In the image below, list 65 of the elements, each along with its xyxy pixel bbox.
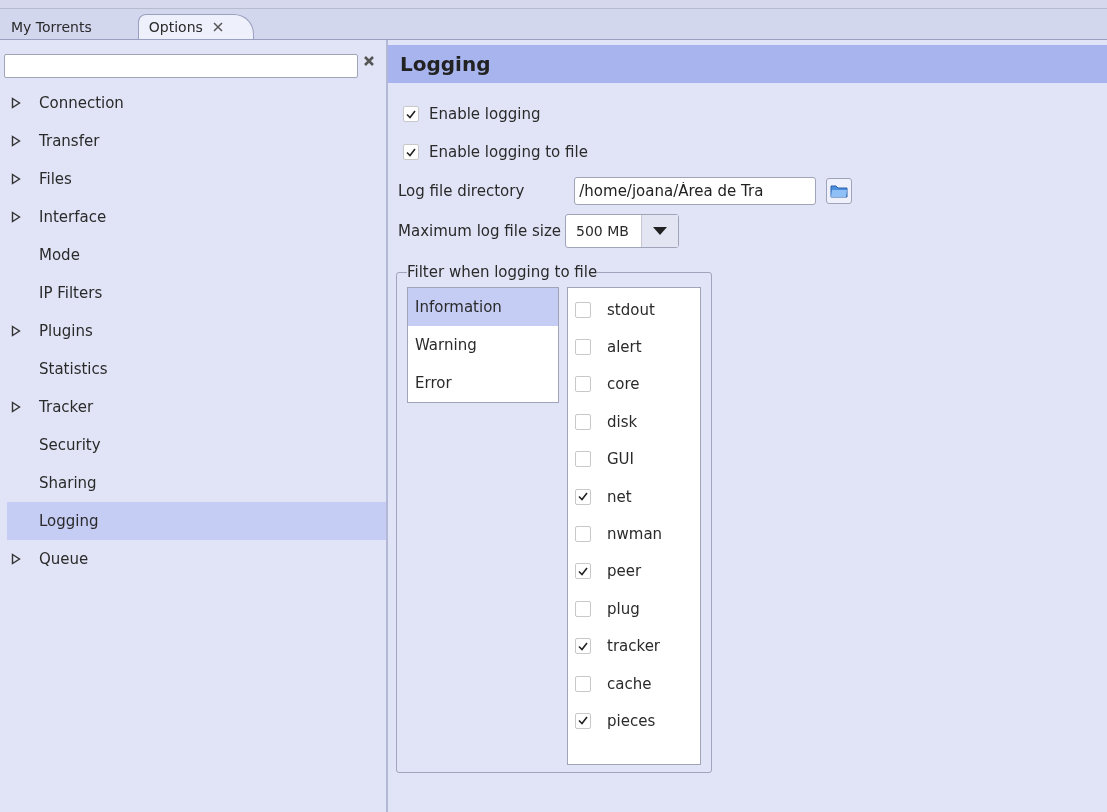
search-field[interactable] xyxy=(4,54,358,78)
checkbox[interactable] xyxy=(575,638,591,655)
checkbox-label: disk xyxy=(607,412,638,431)
checkbox-label: peer xyxy=(607,562,642,581)
sidebar-item[interactable]: Tracker xyxy=(7,388,386,426)
checkbox[interactable] xyxy=(575,488,591,505)
checkbox[interactable] xyxy=(575,301,591,318)
checkbox[interactable] xyxy=(575,376,591,393)
size-dropdown[interactable]: 500 MB xyxy=(565,214,679,248)
checkbox-label: GUI xyxy=(607,450,635,469)
expand-arrow-icon[interactable] xyxy=(11,97,21,109)
sidebar-item[interactable]: Sharing xyxy=(7,464,386,502)
tab[interactable]: My Torrents xyxy=(0,14,113,39)
checkbox[interactable] xyxy=(403,144,419,160)
checkbox[interactable] xyxy=(575,451,591,468)
checkbox[interactable] xyxy=(575,675,591,692)
checkbox[interactable] xyxy=(575,413,591,430)
checkbox-label: pieces xyxy=(607,712,656,730)
checkbox-label: alert xyxy=(607,338,642,357)
browse-button[interactable] xyxy=(826,178,853,204)
level-item[interactable]: Error xyxy=(408,364,558,402)
field-label: Log file directory xyxy=(398,182,525,200)
checkbox-label: plug xyxy=(607,599,640,618)
folder-icon xyxy=(830,184,849,198)
clear-icon[interactable] xyxy=(364,56,374,66)
close-icon[interactable] xyxy=(212,22,223,32)
level-item[interactable]: Warning xyxy=(408,326,558,364)
checkbox-label: cache xyxy=(607,674,652,693)
group-title: Filter when logging to file xyxy=(407,263,598,281)
expand-arrow-icon[interactable] xyxy=(11,401,21,413)
checkbox[interactable] xyxy=(403,106,419,122)
sidebar-item[interactable]: Connection xyxy=(7,84,386,122)
checkbox-label: core xyxy=(607,375,640,394)
checkbox[interactable] xyxy=(575,563,591,580)
sidebar-item[interactable]: Statistics xyxy=(7,350,386,388)
checkbox[interactable] xyxy=(575,600,591,617)
checkbox[interactable] xyxy=(575,713,591,729)
sidebar-item[interactable]: IP Filters xyxy=(7,274,386,312)
tab[interactable]: Options xyxy=(137,14,254,39)
expand-arrow-icon[interactable] xyxy=(11,211,21,223)
level-item[interactable]: Information xyxy=(408,288,558,326)
sidebar-item[interactable]: Security xyxy=(7,426,386,464)
sidebar-item[interactable]: Transfer xyxy=(7,122,386,160)
expand-arrow-icon[interactable] xyxy=(11,173,21,185)
checkbox-label: Enable logging xyxy=(429,105,541,123)
sidebar-item[interactable]: Queue xyxy=(7,540,386,578)
sidebar-item[interactable]: Files xyxy=(7,160,386,198)
checkbox-label: net xyxy=(607,487,632,506)
checkbox-label: stdout xyxy=(607,300,655,319)
sidebar-item[interactable]: Plugins xyxy=(7,312,386,350)
panel-title: Logging xyxy=(388,45,1107,83)
expand-arrow-icon[interactable] xyxy=(11,553,21,565)
sidebar-item[interactable]: Interface xyxy=(7,198,386,236)
dropdown-arrow-icon xyxy=(652,227,667,235)
expand-arrow-icon[interactable] xyxy=(11,135,21,147)
field-label: Maximum log file size xyxy=(398,222,561,240)
checkbox-label: tracker xyxy=(607,637,661,656)
expand-arrow-icon[interactable] xyxy=(11,325,21,337)
checkbox-label: Enable logging to file xyxy=(429,143,588,161)
checkbox[interactable] xyxy=(575,339,591,356)
checkbox[interactable] xyxy=(575,526,591,543)
sidebar-item[interactable]: Mode xyxy=(7,236,386,274)
checkbox-label: nwman xyxy=(607,525,663,544)
directory-field[interactable]: /home/joana/Área de Tra xyxy=(574,177,817,205)
sidebar-item[interactable]: Logging xyxy=(7,502,386,540)
